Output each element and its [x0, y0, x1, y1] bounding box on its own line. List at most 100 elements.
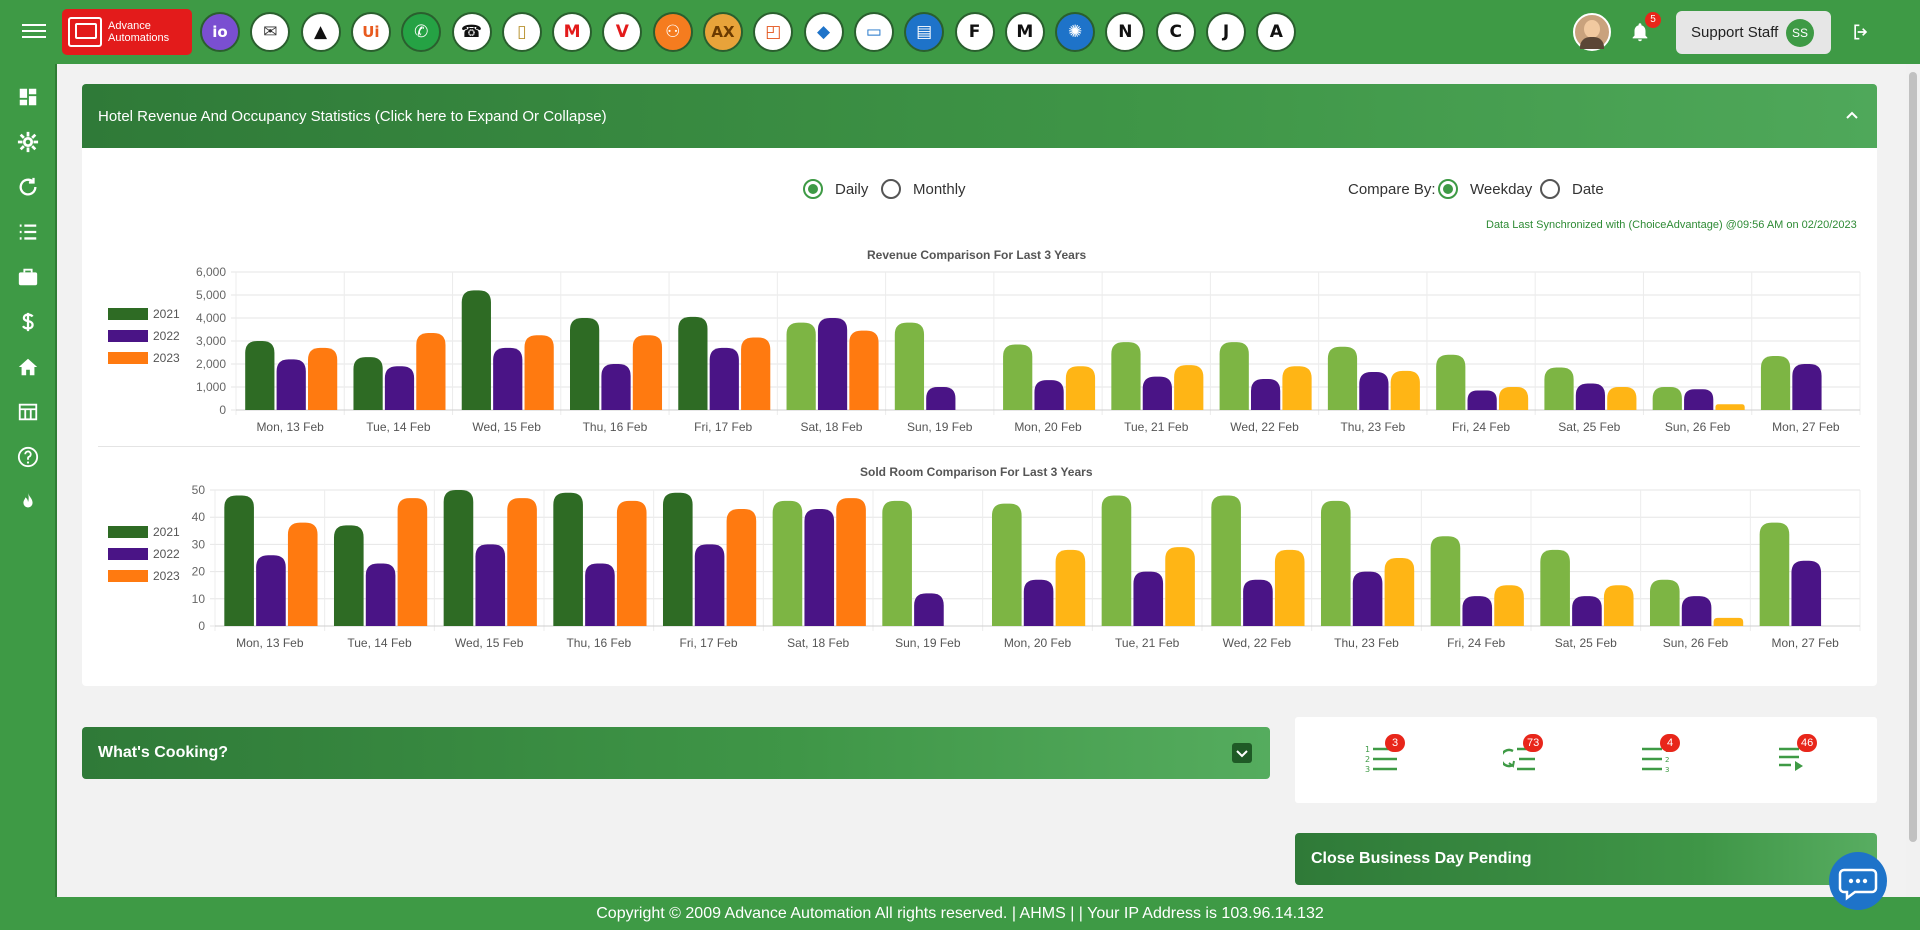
bar-2021-7[interactable]	[1003, 344, 1033, 410]
ax-icon[interactable]: AX	[703, 12, 743, 52]
whats-cooking-panel-header[interactable]: What's Cooking?	[82, 727, 1270, 779]
bar-2021-0[interactable]	[224, 495, 254, 626]
help-icon[interactable]	[17, 446, 39, 468]
j-letter-icon[interactable]: J	[1206, 12, 1246, 52]
bar-2023-2[interactable]	[507, 498, 537, 626]
bar-2021-13[interactable]	[1652, 387, 1682, 410]
bar-2023-8[interactable]	[1165, 547, 1195, 626]
bar-2023-12[interactable]	[1607, 387, 1637, 410]
bar-2023-1[interactable]	[397, 498, 428, 626]
bar-2022-7[interactable]	[1034, 380, 1064, 410]
bar-2022-1[interactable]	[384, 366, 415, 410]
compare-date-radio[interactable]: Date	[1540, 179, 1604, 199]
bar-2021-9[interactable]	[1219, 342, 1249, 410]
legend-swatch-2023[interactable]	[108, 352, 148, 364]
bar-2023-9[interactable]	[1282, 366, 1312, 410]
diamond-icon[interactable]: ◆	[803, 12, 844, 52]
bar-2022-5[interactable]	[817, 318, 848, 410]
briefcase-icon[interactable]	[17, 266, 39, 288]
legend-swatch-2023[interactable]	[108, 570, 148, 582]
v-red-icon[interactable]: V	[602, 12, 643, 52]
user-menu-button[interactable]: Support Staff SS	[1676, 11, 1831, 54]
bar-2023-4[interactable]	[726, 509, 757, 626]
bar-2022-11[interactable]	[1462, 596, 1493, 626]
legend-label-2021[interactable]: 2021	[153, 307, 180, 321]
bar-2023-10[interactable]	[1390, 370, 1420, 410]
bar-2021-7[interactable]	[991, 503, 1022, 626]
bar-2021-14[interactable]	[1760, 355, 1791, 410]
bar-2022-8[interactable]	[1133, 571, 1164, 626]
bar-2022-6[interactable]	[914, 593, 944, 626]
legend-swatch-2021[interactable]	[108, 526, 148, 538]
bar-2023-0[interactable]	[287, 522, 318, 626]
bar-2023-2[interactable]	[524, 335, 554, 410]
bar-2022-10[interactable]	[1359, 372, 1389, 410]
bar-2021-1[interactable]	[333, 525, 364, 626]
bar-2022-4[interactable]	[694, 544, 725, 626]
bar-2021-12[interactable]	[1544, 367, 1574, 410]
dashboard-icon[interactable]	[17, 86, 39, 108]
bar-2022-3[interactable]	[601, 364, 631, 410]
dollar-icon[interactable]	[17, 311, 39, 333]
bar-2021-2[interactable]	[461, 290, 491, 410]
triangle-icon[interactable]: ▲	[300, 12, 341, 52]
legend-label-2023[interactable]: 2023	[153, 351, 180, 365]
legend-swatch-2022[interactable]	[108, 548, 148, 560]
legend-label-2022[interactable]: 2022	[153, 547, 180, 561]
bar-2022-9[interactable]	[1251, 378, 1281, 410]
compare-weekday-radio[interactable]: Weekday	[1438, 179, 1532, 199]
bar-2021-6[interactable]	[894, 322, 925, 410]
logout-icon[interactable]	[1851, 22, 1871, 42]
bar-2022-14[interactable]	[1792, 364, 1822, 410]
office-icon[interactable]: ◰	[753, 12, 794, 52]
legend-swatch-2022[interactable]	[108, 330, 148, 342]
a-letter-icon[interactable]: A	[1256, 12, 1297, 52]
bar-2022-13[interactable]	[1681, 596, 1712, 626]
fire-icon[interactable]	[17, 491, 39, 513]
hotel-bed-icon[interactable]: ▭	[853, 12, 894, 52]
legend-swatch-2021[interactable]	[108, 308, 148, 320]
legend-label-2022[interactable]: 2022	[153, 329, 180, 343]
bar-2022-5[interactable]	[804, 509, 835, 626]
bar-2021-2[interactable]	[443, 490, 474, 626]
bar-2023-11[interactable]	[1498, 387, 1529, 410]
bar-2022-11[interactable]	[1467, 390, 1497, 410]
bar-2022-10[interactable]	[1352, 571, 1383, 626]
ordered-list-stat[interactable]: 123 3	[1365, 734, 1405, 777]
m-letter-icon[interactable]: M	[1004, 12, 1045, 52]
chevron-up-icon[interactable]	[1845, 108, 1859, 122]
bar-2021-5[interactable]	[786, 322, 816, 410]
table-icon[interactable]	[17, 401, 39, 423]
bar-2023-7[interactable]	[1055, 549, 1086, 626]
tower-icon[interactable]: ▯	[501, 12, 542, 52]
io-icon[interactable]: io	[200, 12, 240, 52]
refresh-icon[interactable]	[17, 176, 39, 198]
chevron-down-icon[interactable]	[1232, 743, 1252, 763]
home-icon[interactable]	[17, 356, 39, 378]
bar-2022-3[interactable]	[585, 563, 615, 626]
bar-2021-3[interactable]	[553, 492, 583, 626]
ui-icon[interactable]: Ui	[350, 12, 391, 52]
bar-2023-9[interactable]	[1274, 549, 1305, 626]
bar-2021-6[interactable]	[882, 500, 912, 626]
chat-support-button[interactable]	[1829, 852, 1887, 910]
bar-2023-13[interactable]	[1713, 617, 1744, 626]
bar-2022-12[interactable]	[1575, 383, 1606, 410]
bar-2021-11[interactable]	[1430, 536, 1461, 626]
period-monthly-radio[interactable]: Monthly	[881, 179, 966, 199]
bar-2023-7[interactable]	[1065, 366, 1096, 410]
playlist-stat[interactable]: 46	[1777, 734, 1818, 777]
refresh-list-stat[interactable]: 73	[1499, 734, 1544, 777]
bar-2021-8[interactable]	[1111, 342, 1141, 410]
legend-label-2023[interactable]: 2023	[153, 569, 180, 583]
bar-2023-5[interactable]	[836, 498, 866, 626]
bar-2022-0[interactable]	[276, 359, 306, 410]
brand-logo[interactable]: Advance Automations	[62, 9, 192, 55]
n-letter-icon[interactable]: N	[1105, 12, 1146, 52]
bar-2023-8[interactable]	[1174, 365, 1204, 410]
list-icon[interactable]	[17, 221, 39, 243]
bar-2022-1[interactable]	[365, 563, 396, 626]
bar-2022-6[interactable]	[926, 387, 956, 410]
period-daily-radio[interactable]: Daily	[803, 179, 868, 199]
m-red-icon[interactable]: M	[552, 12, 593, 52]
